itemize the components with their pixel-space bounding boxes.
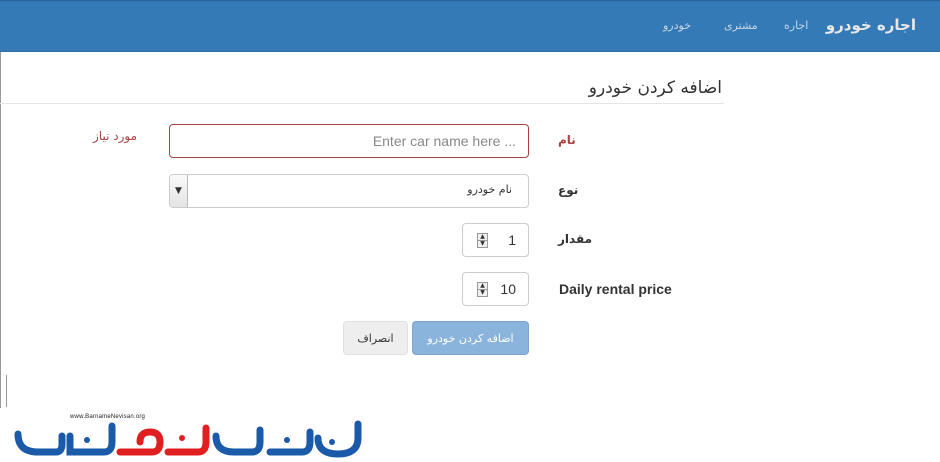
nav-link-rent[interactable]: اجاره bbox=[784, 19, 808, 32]
spin-down-icon[interactable]: ▼ bbox=[478, 241, 487, 247]
name-label: نام bbox=[558, 133, 576, 147]
amount-value: 1 bbox=[508, 232, 516, 248]
daily-price-stepper[interactable]: ▲ ▼ 10 bbox=[462, 272, 529, 306]
amount-label: مقدار bbox=[558, 232, 593, 246]
spin-down-icon[interactable]: ▼ bbox=[478, 290, 487, 296]
car-name-input[interactable] bbox=[169, 124, 529, 158]
price-spin-buttons[interactable]: ▲ ▼ bbox=[477, 282, 488, 297]
nav-link-customer[interactable]: مشتری bbox=[724, 19, 758, 32]
page-left-border-lower bbox=[6, 375, 7, 407]
cancel-button[interactable]: انصراف bbox=[343, 321, 408, 355]
car-type-select[interactable]: ▼ نام خودرو bbox=[169, 174, 529, 208]
add-car-button[interactable]: اضافه کردن خودرو bbox=[412, 321, 529, 355]
amount-spin-buttons[interactable]: ▲ ▼ bbox=[477, 233, 488, 248]
nav-link-car[interactable]: خودرو bbox=[663, 19, 691, 32]
top-navbar: اجاره خودرو اجاره مشتری خودرو bbox=[0, 0, 940, 52]
navbar-brand[interactable]: اجاره خودرو bbox=[826, 16, 916, 34]
title-divider bbox=[0, 103, 724, 104]
daily-price-value: 10 bbox=[500, 281, 516, 297]
logo-wordmark-graphic bbox=[14, 420, 362, 458]
type-label: نوع bbox=[558, 183, 579, 197]
car-type-selected-value: نام خودرو bbox=[467, 183, 512, 196]
logo-url-text: www.BarnameNevisan.org bbox=[70, 414, 146, 420]
name-required-message: مورد نیاز bbox=[93, 129, 137, 143]
page-left-border bbox=[0, 52, 1, 408]
daily-price-label: Daily rental price bbox=[559, 281, 672, 297]
barnamenevisan-logo: www.BarnameNevisan.org bbox=[12, 408, 368, 458]
page-title: اضافه کردن خودرو bbox=[588, 78, 722, 98]
amount-stepper[interactable]: ▲ ▼ 1 bbox=[462, 223, 529, 257]
chevron-down-icon[interactable]: ▼ bbox=[170, 175, 188, 207]
